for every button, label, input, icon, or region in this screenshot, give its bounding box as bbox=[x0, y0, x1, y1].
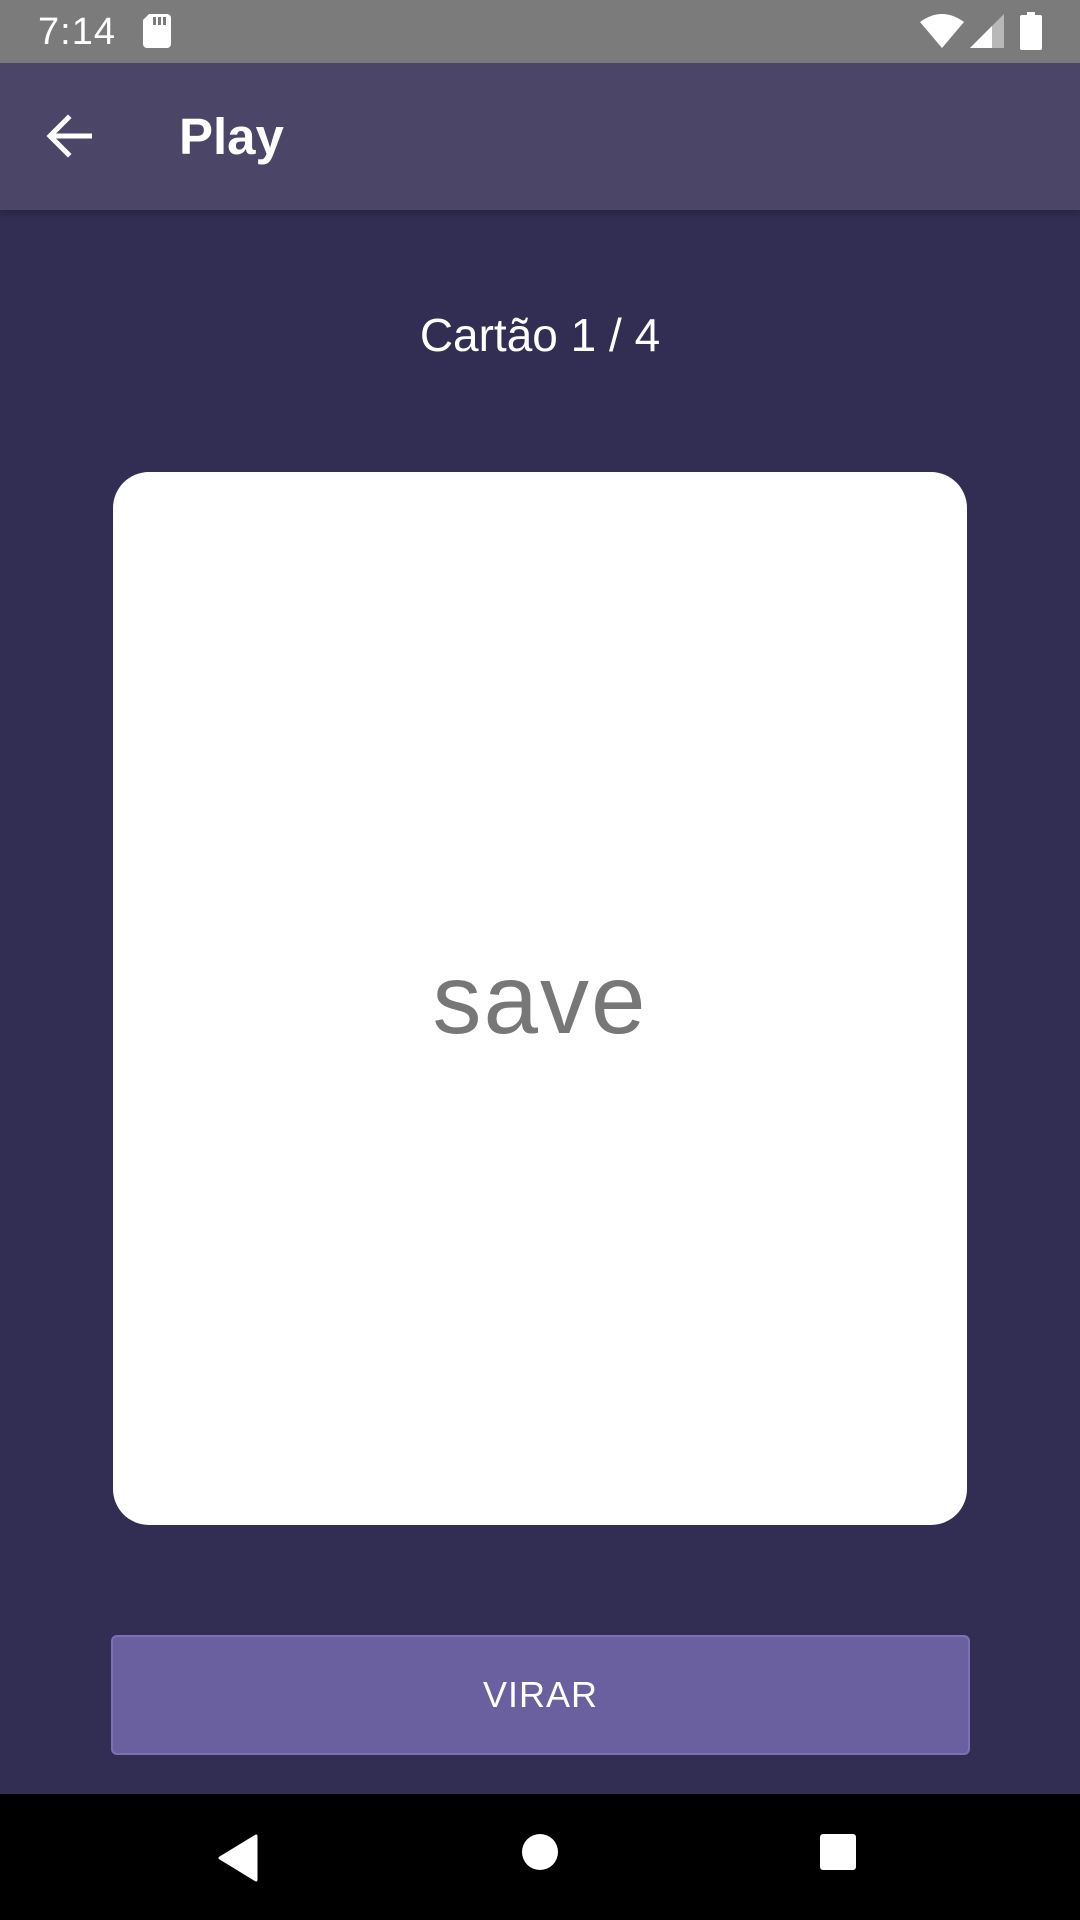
wifi-icon bbox=[920, 14, 964, 48]
nav-home-icon[interactable] bbox=[520, 1832, 560, 1872]
arrow-back-icon bbox=[46, 114, 92, 158]
battery-icon bbox=[1020, 12, 1042, 50]
nav-back-icon[interactable] bbox=[216, 1834, 260, 1882]
play-screen: 7:14 Play Cartão 1 / 4 save VIRAR bbox=[0, 0, 1080, 1920]
navigation-bar bbox=[0, 1794, 1080, 1920]
nav-recents-icon[interactable] bbox=[818, 1832, 858, 1872]
flip-button[interactable]: VIRAR bbox=[111, 1635, 970, 1755]
status-bar: 7:14 bbox=[0, 0, 1080, 63]
card-counter: Cartão 1 / 4 bbox=[419, 309, 661, 361]
back-button[interactable] bbox=[24, 91, 114, 181]
status-time: 7:14 bbox=[38, 11, 116, 53]
flashcard-word: save bbox=[432, 943, 648, 1054]
sd-card-icon bbox=[143, 14, 171, 48]
app-bar: Play bbox=[0, 63, 1080, 210]
signal-icon bbox=[970, 14, 1004, 48]
flashcard[interactable]: save bbox=[113, 472, 967, 1525]
page-title: Play bbox=[179, 108, 284, 165]
